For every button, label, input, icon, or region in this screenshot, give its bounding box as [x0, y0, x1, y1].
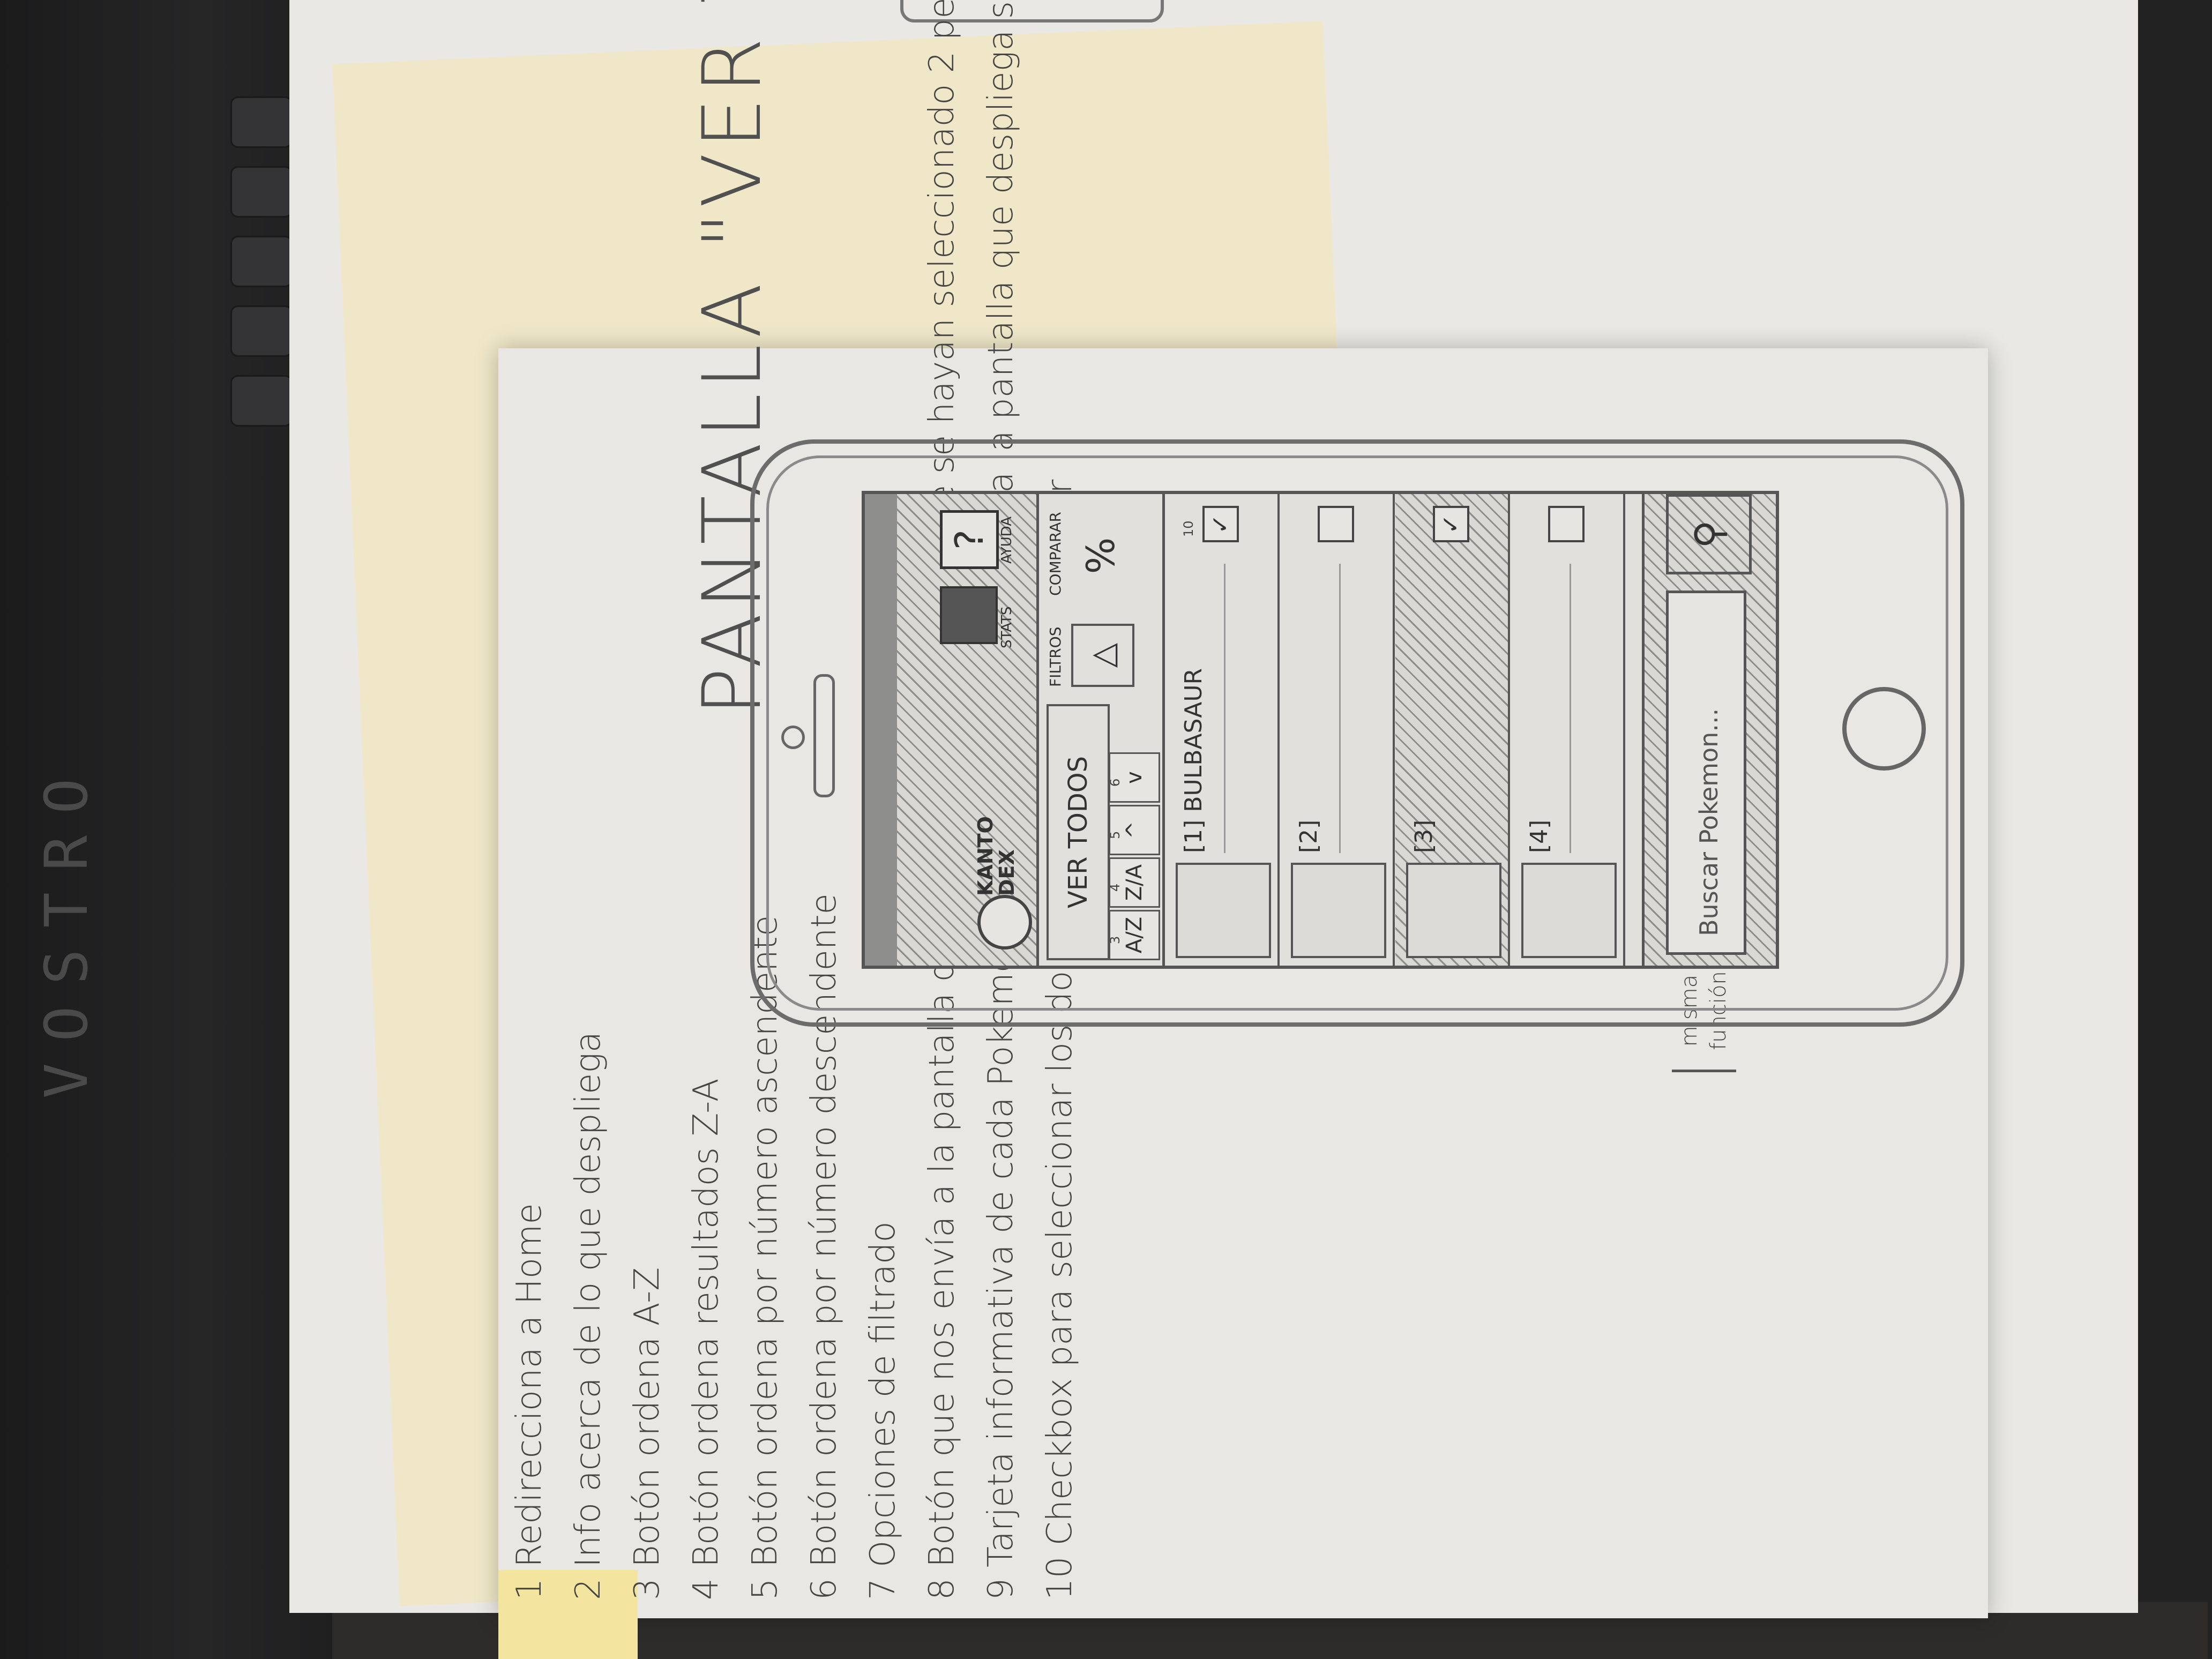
view-all-button[interactable]: VER TODOS [1047, 704, 1110, 960]
compare-checkbox[interactable]: ✓ [1202, 506, 1239, 542]
stats-icon[interactable] [940, 586, 998, 644]
callout-number: 3 [1108, 936, 1123, 944]
pokemon-card[interactable]: [1] BULBASAUR 10 ✓ [1165, 494, 1280, 966]
compare-icon[interactable]: % [1071, 521, 1130, 591]
annotation-item: 2 Info acerca de lo que despliega [569, 1031, 608, 1600]
pokemon-image [1521, 863, 1617, 958]
camera-icon [781, 726, 805, 749]
sort-az-button[interactable]: A/Z [1109, 910, 1160, 960]
app-header: KANTO DEX STATS ? AYUDA [865, 494, 1039, 966]
divider [1570, 564, 1571, 853]
pokemon-image [1406, 863, 1501, 958]
pokemon-image [1291, 863, 1386, 958]
toolbar: VER TODOS A/Z Z/A ^ v 3 4 5 6 FILTROS △ … [1039, 494, 1165, 966]
pokemon-card[interactable]: [2] [1280, 494, 1395, 966]
sort-za-button[interactable]: Z/A [1109, 857, 1160, 908]
callout-number: 4 [1108, 883, 1123, 892]
stats-label: STATS [999, 606, 1015, 648]
pokeball-icon[interactable] [977, 895, 1032, 950]
pokemon-card[interactable]: [3] ✓ [1395, 494, 1510, 966]
pokemon-name: [3] [1410, 819, 1438, 853]
search-bar: Buscar Pokemon... ⚲ [1642, 494, 1778, 966]
help-label: AYUDA [999, 516, 1015, 564]
speaker-icon [813, 674, 835, 797]
callout-number: 6 [1108, 778, 1123, 787]
pokemon-list: [1] BULBASAUR 10 ✓ [2] [3] ✓ [4] [1165, 494, 1636, 966]
divider [1224, 564, 1225, 853]
callout-number: 10 [1181, 520, 1196, 537]
pokemon-name: [1] BULBASAUR [1180, 668, 1207, 853]
pokemon-card[interactable]: [4] [1511, 494, 1625, 966]
compare-checkbox[interactable] [1548, 506, 1585, 542]
search-icon[interactable]: ⚲ [1666, 494, 1752, 574]
compare-checkbox[interactable] [1318, 506, 1354, 542]
callout-number: 5 [1108, 831, 1123, 839]
sketch-sheet: 1 Redirecciona a Home 2 Info acerca de l… [21, 0, 2212, 1659]
pokemon-image [1176, 863, 1271, 958]
sort-asc-button[interactable]: ^ [1109, 805, 1160, 855]
filters-label: FILTROS [1047, 626, 1064, 687]
pokemon-name: [2] [1295, 819, 1322, 853]
compare-checkbox[interactable]: ✓ [1433, 506, 1469, 542]
annotation-item: 3 Botón ordena A-Z [627, 1267, 667, 1600]
sort-desc-button[interactable]: v [1109, 752, 1160, 803]
filter-icon[interactable]: △ [1071, 624, 1134, 687]
phone-frame: KANTO DEX STATS ? AYUDA VER TODOS A/Z Z/… [750, 439, 1964, 1027]
pokemon-name: [4] [1526, 819, 1553, 853]
header-band [865, 494, 897, 966]
search-input[interactable]: Buscar Pokemon... [1666, 591, 1746, 955]
app-logo[interactable]: KANTO DEX [974, 816, 1019, 896]
help-icon[interactable]: ? [940, 510, 999, 569]
divider [1339, 564, 1341, 853]
home-button[interactable] [1842, 687, 1926, 771]
compare-label: COMPARAR [1047, 512, 1064, 596]
phone-screen: KANTO DEX STATS ? AYUDA VER TODOS A/Z Z/… [862, 491, 1779, 969]
annotation-item: 1 Redirecciona a Home [510, 1203, 549, 1600]
